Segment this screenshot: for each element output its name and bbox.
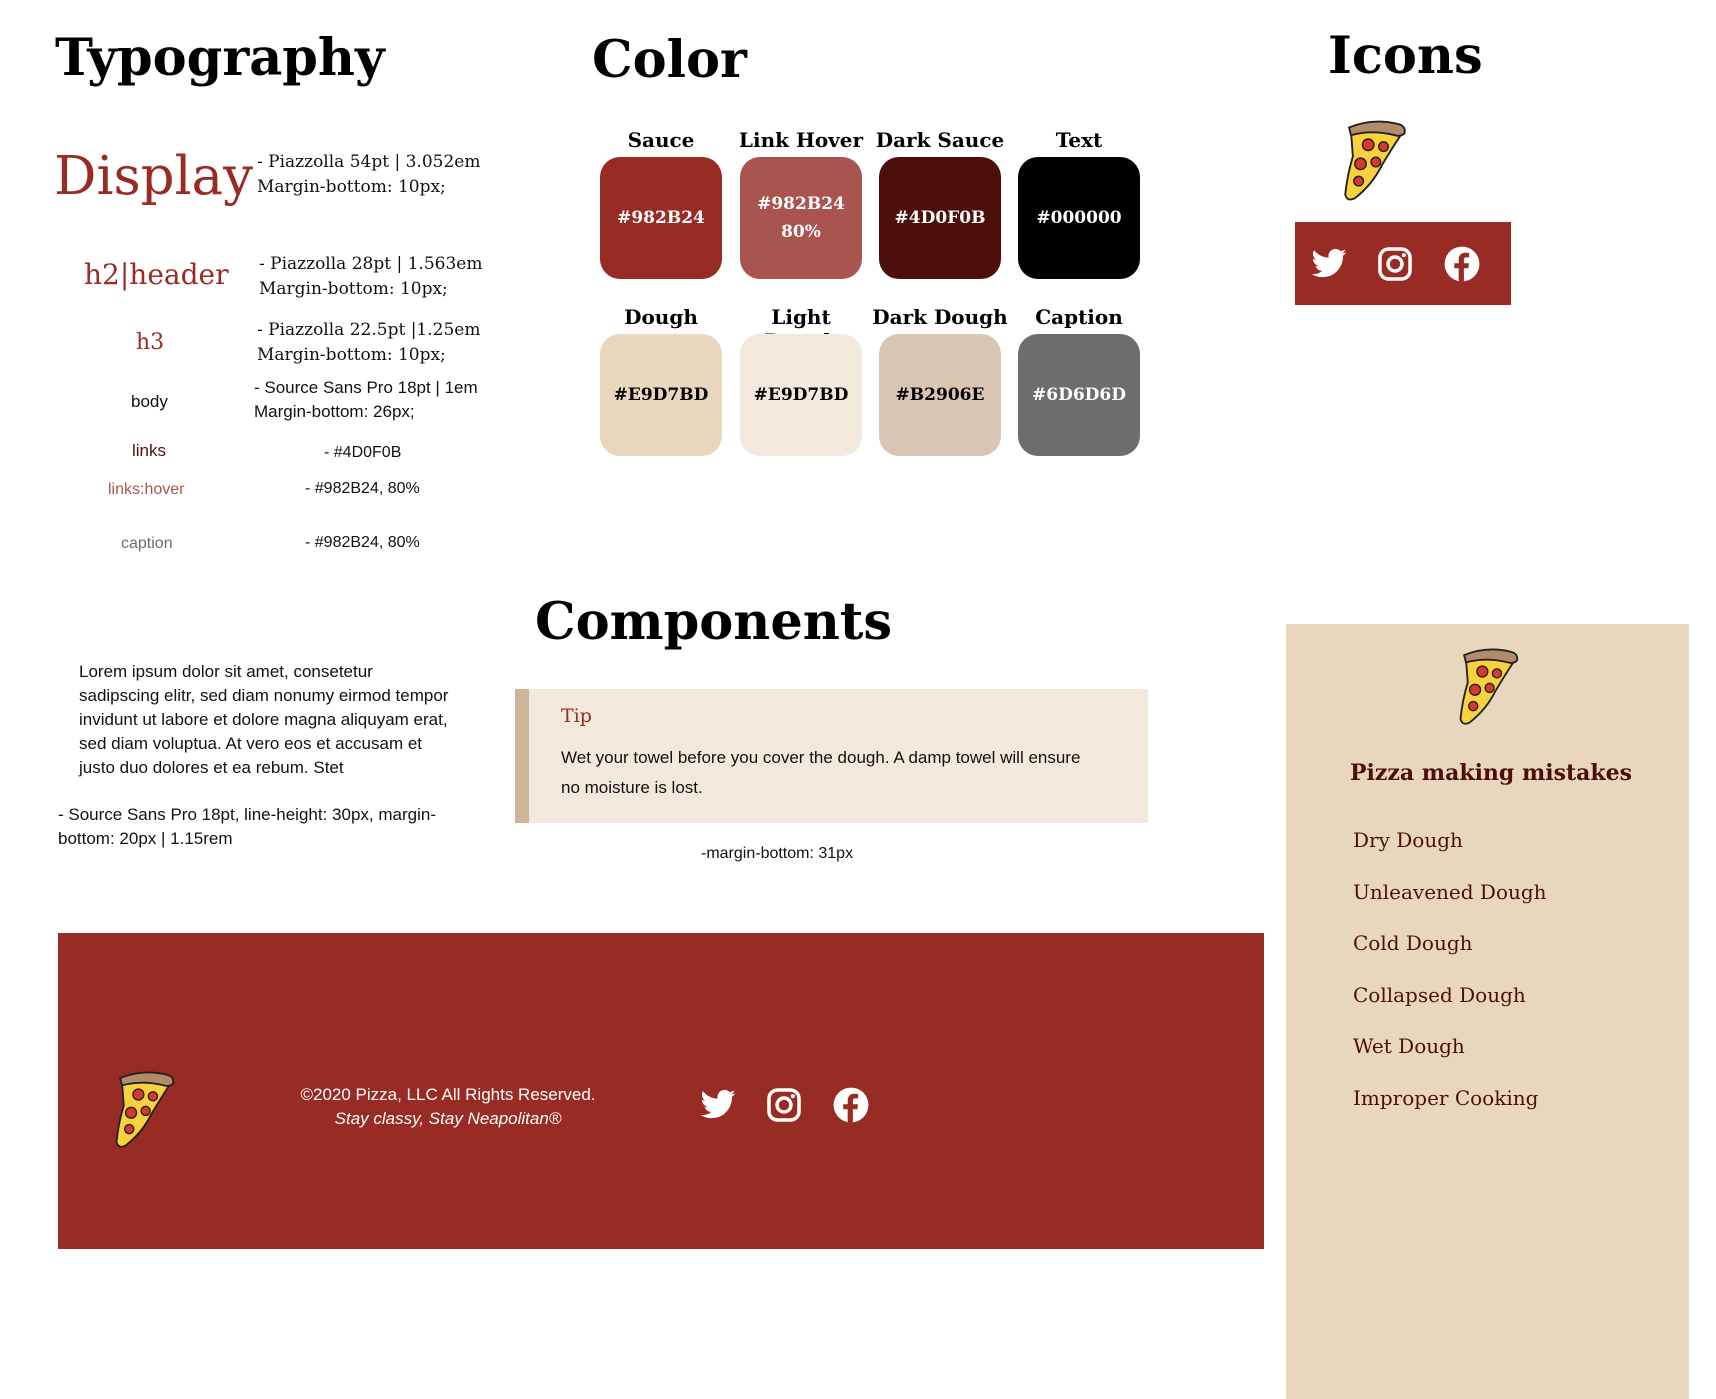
pizza-icon <box>1332 118 1412 204</box>
footer-tagline: Stay classy, Stay Neapolitan® <box>334 1109 562 1128</box>
social-icon-bar <box>1295 222 1511 305</box>
display-sample: Display <box>54 146 254 207</box>
color-swatch: #982B24 <box>600 157 722 279</box>
swatch-label: Caption <box>1035 305 1123 329</box>
swatch-label: Link Hover <box>738 128 864 152</box>
footer: ©2020 Pizza, LLC All Rights Reserved. St… <box>58 933 1264 1249</box>
lorem-paragraph: Lorem ipsum dolor sit amet, consetetur s… <box>79 662 449 777</box>
sidebar-link[interactable]: Improper Cooking <box>1353 1086 1538 1110</box>
color-swatch: #4D0F0B <box>879 157 1001 279</box>
body-spec-font: - Source Sans Pro 18pt | 1em <box>254 378 478 397</box>
sidebar-link[interactable]: Unleavened Dough <box>1353 880 1547 904</box>
sidebar-link[interactable]: Collapsed Dough <box>1353 983 1526 1007</box>
links-hover-spec: - #982B24, 80% <box>305 480 420 497</box>
display-spec-font: - Piazzolla 54pt | 3.052em <box>257 152 481 172</box>
sidebar-link[interactable]: Cold Dough <box>1353 931 1473 955</box>
caption-sample: caption <box>121 535 173 552</box>
links-spec: - #4D0F0B <box>324 444 402 461</box>
instagram-icon[interactable] <box>1376 245 1414 283</box>
display-spec-margin: Margin-bottom: 10px; <box>257 177 446 197</box>
h3-spec: - Piazzolla 22.5pt |1.25em Margin-bottom… <box>257 318 480 368</box>
display-spec: - Piazzolla 54pt | 3.052em Margin-bottom… <box>257 150 480 200</box>
h3-sample: h3 <box>136 330 165 355</box>
h2-spec-margin: Margin-bottom: 10px; <box>259 279 448 299</box>
links-hover-sample[interactable]: links:hover <box>108 478 184 502</box>
body-spec-margin: Margin-bottom: 26px; <box>254 402 415 421</box>
sidebar: Pizza making mistakes Dry Dough Unleavene… <box>1286 624 1689 1399</box>
typography-title: Typography <box>55 28 385 88</box>
sidebar-title: Pizza making mistakes <box>1350 760 1633 786</box>
h2-sample: h2|header <box>84 258 229 291</box>
body-sample: body <box>131 392 168 411</box>
swatch-label: Text <box>1055 128 1103 152</box>
color-swatch: #000000 <box>1018 157 1140 279</box>
caption-spec: - #982B24, 80% <box>305 534 420 551</box>
color-swatch: #E9D7BD <box>600 334 722 456</box>
icons-title: Icons <box>1328 26 1483 86</box>
color-swatch: #6D6D6D <box>1018 334 1140 456</box>
twitter-icon[interactable] <box>1310 245 1348 283</box>
tip-margin-note: -margin-bottom: 31px <box>701 845 854 862</box>
color-swatch: #B2906E <box>879 334 1001 456</box>
body-spec: - Source Sans Pro 18pt | 1em Margin-bott… <box>254 376 478 424</box>
facebook-icon[interactable] <box>1443 245 1481 283</box>
components-title: Components <box>535 592 893 652</box>
sidebar-pizza-icon <box>1448 646 1524 728</box>
color-swatch: #E9D7BD <box>740 334 862 456</box>
color-swatch: #982B24 80% <box>740 157 862 279</box>
tip-box: Tip Wet your towel before you cover the … <box>515 689 1148 823</box>
swatch-label: Sauce <box>627 128 695 152</box>
footer-instagram-icon[interactable] <box>765 1086 803 1124</box>
sidebar-link[interactable]: Dry Dough <box>1353 828 1463 852</box>
footer-twitter-icon[interactable] <box>699 1086 737 1124</box>
h2-spec-font: - Piazzolla 28pt | 1.563em <box>259 254 483 274</box>
links-sample[interactable]: links <box>132 439 166 463</box>
footer-facebook-icon[interactable] <box>832 1086 870 1124</box>
footer-copyright: ©2020 Pizza, LLC All Rights Reserved. <box>300 1085 596 1104</box>
swatch-label: Dark Dough <box>872 305 1008 329</box>
body-paragraph-spec: - Source Sans Pro 18pt, line-height: 30p… <box>58 805 436 848</box>
swatch-label: Dough <box>624 305 698 329</box>
tip-title: Tip <box>561 705 592 727</box>
footer-pizza-logo[interactable] <box>104 1069 180 1151</box>
color-title: Color <box>592 30 747 90</box>
h3-spec-margin: Margin-bottom: 10px; <box>257 345 446 365</box>
footer-text: ©2020 Pizza, LLC All Rights Reserved. St… <box>298 1083 598 1131</box>
h3-spec-font: - Piazzolla 22.5pt |1.25em <box>257 320 481 340</box>
sidebar-link[interactable]: Wet Dough <box>1353 1034 1465 1058</box>
tip-text: Wet your towel before you cover the doug… <box>561 748 1081 797</box>
swatch-label: Dark Sauce <box>875 128 1005 152</box>
h2-spec: - Piazzolla 28pt | 1.563em Margin-bottom… <box>259 252 482 302</box>
